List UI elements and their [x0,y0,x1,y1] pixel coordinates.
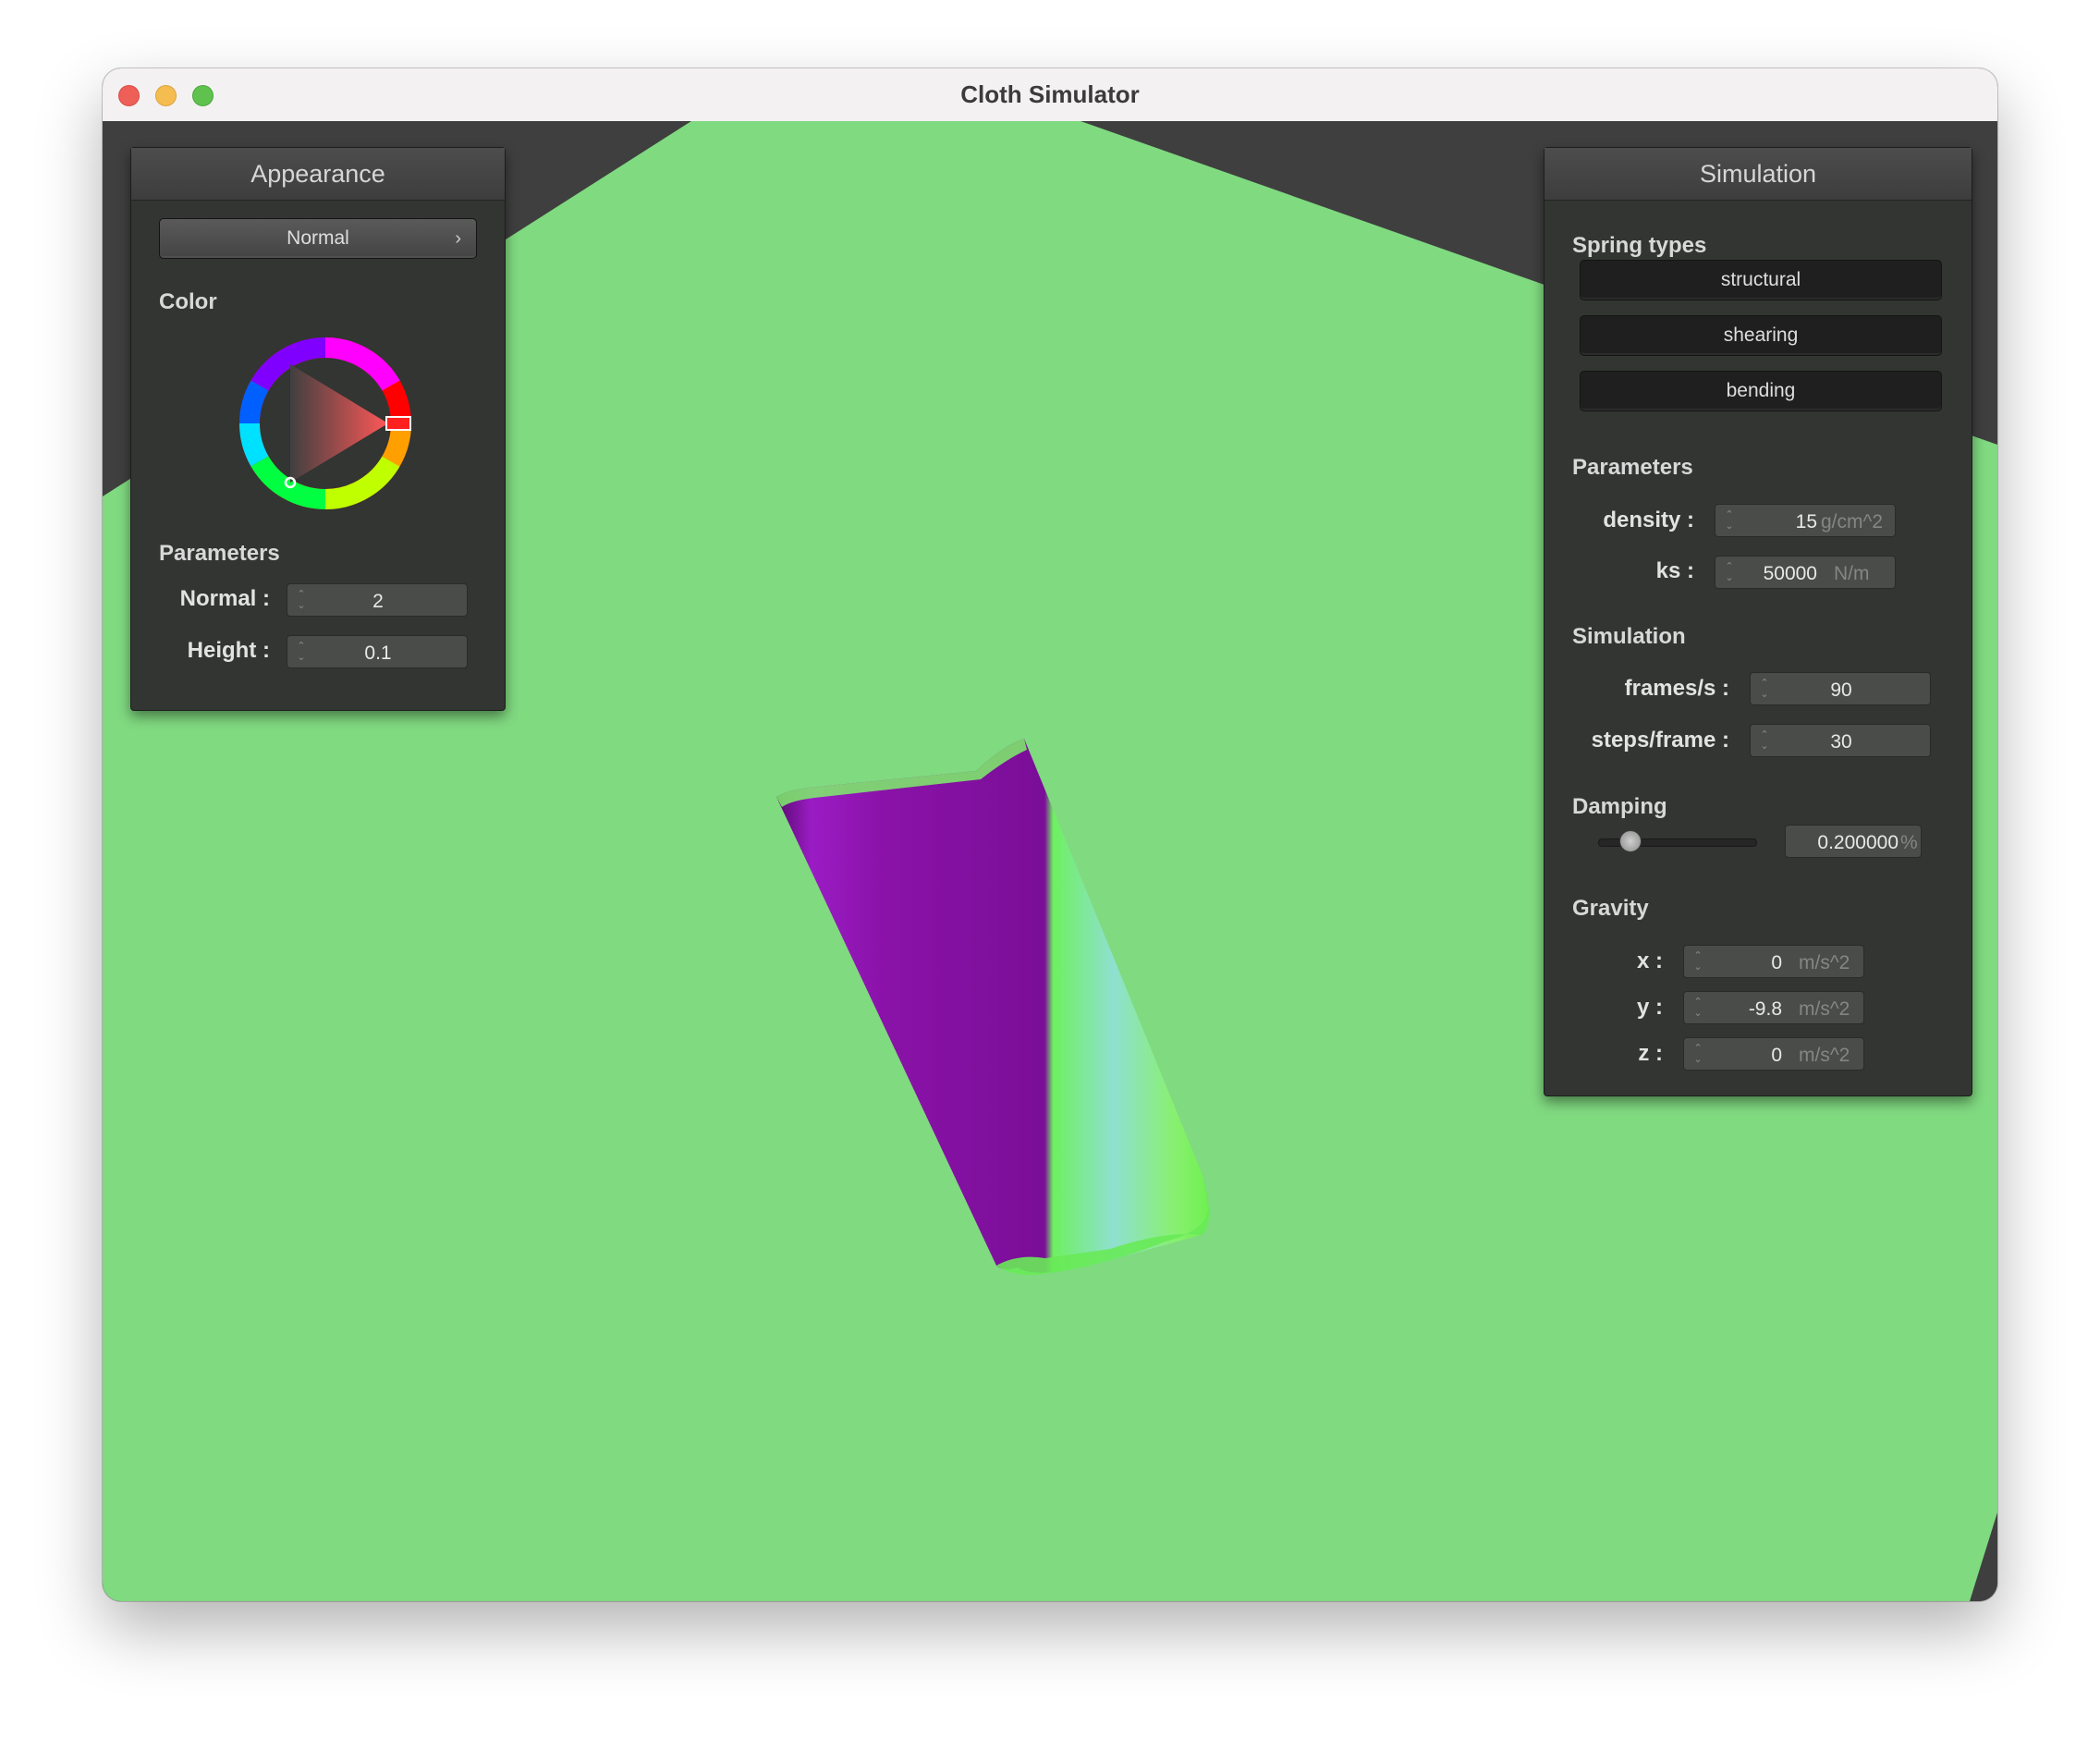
hue-ring-handle [385,416,411,431]
stepper-icon[interactable]: ⌃ ⌄ [1724,509,1735,532]
gravity-y-label: y : [1636,995,1663,1020]
stepper-icon[interactable]: ⌃ ⌄ [296,641,307,663]
damping-label: Damping [1572,794,1667,819]
window-title: Cloth Simulator [960,80,1140,108]
gravity-y-input[interactable]: ⌃ ⌄ -9.8 m/s^2 [1683,991,1864,1024]
stepper-icon[interactable]: ⌃ ⌄ [1759,678,1770,700]
simulation-panel: Simulation Spring types structural shear… [1544,147,1972,1096]
frames-per-second-label: frames/s : [1624,676,1729,701]
stepper-icon[interactable]: ⌃ ⌄ [296,589,307,611]
stepper-icon[interactable]: ⌃ ⌄ [1724,561,1735,583]
shader-select[interactable]: Normal › [159,218,477,259]
stepper-icon[interactable]: ⌃ ⌄ [1692,997,1703,1019]
simulation-section-label: Simulation [1572,624,1686,649]
gravity-x-input[interactable]: ⌃ ⌄ 0 m/s^2 [1683,945,1864,978]
3d-viewport[interactable]: Appearance Normal › Color Parameters Nor… [103,121,1997,1601]
appearance-panel: Appearance Normal › Color Parameters Nor… [130,147,506,711]
spring-types-label: Spring types [1572,233,1707,258]
structural-toggle[interactable]: structural [1580,260,1942,300]
sim-parameters-label: Parameters [1572,455,1693,480]
damping-slider-knob[interactable] [1619,830,1642,852]
title-bar: Cloth Simulator [103,68,1997,122]
chevron-right-icon: › [455,228,461,249]
appearance-parameters-label: Parameters [159,541,280,566]
stepper-icon[interactable]: ⌃ ⌄ [1692,1043,1703,1065]
density-label: density : [1603,508,1694,532]
gravity-label: Gravity [1572,896,1649,921]
steps-per-frame-label: steps/frame : [1591,728,1729,753]
color-label: Color [159,289,217,314]
shader-select-value: Normal [287,227,349,249]
gravity-x-unit: m/s^2 [1799,952,1850,973]
gravity-x-label: x : [1636,949,1663,973]
ks-input[interactable]: ⌃ ⌄ 50000 N/m [1715,556,1896,589]
bending-toggle[interactable]: bending [1580,371,1942,411]
gravity-z-input[interactable]: ⌃ ⌄ 0 m/s^2 [1683,1037,1864,1071]
shearing-toggle[interactable]: shearing [1580,315,1942,356]
gravity-z-label: z : [1638,1041,1663,1066]
damping-input[interactable]: 0.200000 % [1785,825,1922,858]
color-wheel[interactable] [233,331,418,516]
gravity-z-unit: m/s^2 [1799,1045,1850,1066]
gravity-y-unit: m/s^2 [1799,998,1850,1020]
height-label: Height : [187,638,270,663]
frames-per-second-input[interactable]: ⌃ ⌄ 90 [1750,672,1931,705]
steps-per-frame-input[interactable]: ⌃ ⌄ 30 [1750,724,1931,757]
damping-slider[interactable] [1598,830,1757,852]
ks-unit: N/m [1834,563,1870,584]
normal-label: Normal : [179,586,270,611]
height-input[interactable]: ⌃ ⌄ 0.1 [287,635,468,668]
density-input[interactable]: ⌃ ⌄ 15 g/cm^2 [1715,504,1896,537]
ks-label: ks : [1655,558,1694,583]
simulation-panel-title[interactable]: Simulation [1544,148,1972,201]
appearance-panel-title[interactable]: Appearance [131,148,505,201]
damping-unit: % [1900,832,1918,853]
stepper-icon[interactable]: ⌃ ⌄ [1692,950,1703,973]
density-unit: g/cm^2 [1821,511,1884,532]
stepper-icon[interactable]: ⌃ ⌄ [1759,729,1770,752]
app-window: Cloth Simulator Appearance Normal › Colo… [103,68,1997,1601]
normal-input[interactable]: ⌃ ⌄ 2 [287,583,468,617]
